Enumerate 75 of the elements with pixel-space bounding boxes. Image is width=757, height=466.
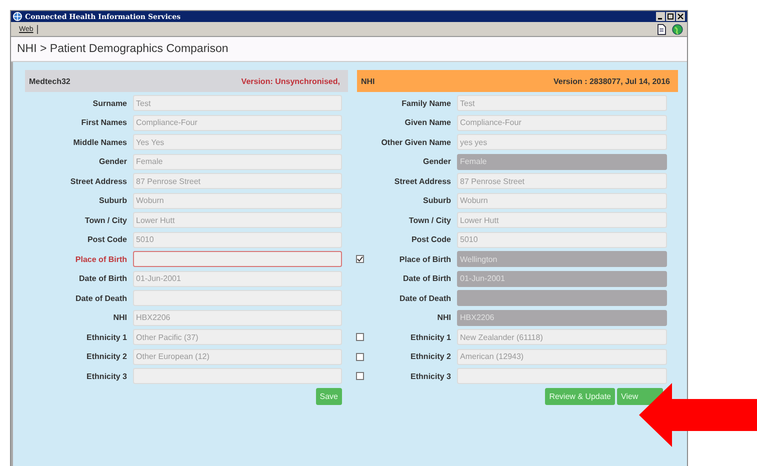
field-label: Family Name — [400, 98, 451, 108]
input-field[interactable]: Woburn — [133, 192, 342, 208]
input-field[interactable]: Female — [133, 154, 342, 170]
input-field[interactable]: HBX2206 — [457, 310, 667, 326]
field-label: Gender — [422, 157, 451, 166]
arrow-icon — [639, 383, 757, 447]
maximize-icon[interactable] — [666, 12, 675, 21]
input-field[interactable]: Other European (12) — [133, 348, 342, 364]
input-field[interactable]: 5010 — [133, 232, 342, 248]
field-label: Ethnicity 1 — [410, 332, 451, 342]
field-label: Date of Death — [398, 294, 451, 302]
field-label: Ethnicity 1 — [86, 332, 127, 342]
field-label: Place of Birth — [398, 254, 451, 264]
input-field[interactable]: Lower Hutt — [133, 212, 342, 228]
field-label: Ethnicity 2 — [86, 352, 127, 361]
input-field[interactable]: Female — [457, 154, 667, 170]
input-field[interactable]: Test — [457, 95, 667, 111]
checkbox[interactable] — [356, 333, 364, 341]
checkbox[interactable] — [356, 352, 364, 360]
input-field[interactable]: 87 Penrose Street — [133, 173, 342, 189]
input-field[interactable]: 01-Jun-2001 — [457, 270, 667, 286]
input-field[interactable]: Lower Hutt — [457, 212, 667, 228]
close-icon[interactable] — [676, 12, 685, 21]
field-label: Surname — [92, 98, 127, 108]
checkbox[interactable] — [356, 372, 364, 380]
field-label: Street Address — [69, 176, 127, 186]
globe-icon[interactable] — [672, 24, 683, 34]
field-label: Town / City — [84, 216, 127, 224]
field-label: Gender — [98, 157, 127, 166]
field-label: Suburb — [422, 196, 451, 205]
input-field[interactable] — [133, 251, 342, 267]
field-label: Place of Birth — [74, 254, 127, 264]
field-label: Given Name — [404, 118, 451, 127]
checkbox[interactable] — [356, 255, 364, 263]
field-label: Suburb — [98, 196, 127, 205]
input-field[interactable]: Compliance-Four — [457, 114, 667, 130]
button[interactable]: Save — [316, 388, 342, 405]
field-label: Ethnicity 3 — [410, 372, 451, 380]
field-label: Other Given Name — [380, 138, 451, 146]
field-label: Date of Death — [74, 294, 127, 302]
field-label: Post Code — [410, 235, 451, 244]
field-label: Town / City — [408, 216, 451, 224]
input-field[interactable]: New Zealander (61118) — [457, 329, 667, 345]
version-text: Version: Unsynchronised, — [241, 76, 340, 86]
input-field[interactable]: American (12943) — [457, 348, 667, 364]
input-field[interactable]: 01-Jun-2001 — [133, 270, 342, 286]
input-field[interactable]: Wellington — [457, 251, 667, 267]
document-icon[interactable] — [657, 24, 666, 34]
input-field[interactable]: Other Pacific (37) — [133, 329, 342, 345]
field-label: Post Code — [86, 235, 127, 244]
field-label: NHI — [112, 313, 127, 322]
field-label: First Names — [80, 118, 127, 127]
source-name: NHI — [361, 76, 375, 86]
breadcrumb: NHI > Patient Demographics Comparison — [11, 37, 687, 62]
input-field[interactable]: Woburn — [457, 192, 667, 208]
field-label: Date of Birth — [402, 274, 451, 283]
field-label: Date of Birth — [78, 274, 127, 283]
field-label: Ethnicity 2 — [410, 352, 451, 361]
field-label: Middle Names — [72, 138, 127, 146]
input-field[interactable]: yes yes — [457, 134, 667, 150]
input-field[interactable]: Test — [133, 95, 342, 111]
button[interactable]: Review & Update — [545, 388, 615, 405]
input-field[interactable]: Compliance-Four — [133, 114, 342, 130]
input-field[interactable] — [457, 290, 667, 306]
input-field[interactable]: 87 Penrose Street — [457, 173, 667, 189]
input-field[interactable]: 5010 — [457, 232, 667, 248]
input-field[interactable]: HBX2206 — [133, 310, 342, 326]
globe-icon — [13, 12, 22, 21]
minimize-icon[interactable] — [656, 12, 665, 21]
input-field[interactable]: Yes Yes — [133, 134, 342, 150]
version-text: Version : 2838077, Jul 14, 2016 — [553, 76, 670, 86]
field-label: NHI — [436, 313, 451, 322]
field-label: Ethnicity 3 — [86, 372, 127, 380]
source-name: Medtech32 — [29, 76, 70, 86]
field-label: Street Address — [393, 176, 451, 186]
